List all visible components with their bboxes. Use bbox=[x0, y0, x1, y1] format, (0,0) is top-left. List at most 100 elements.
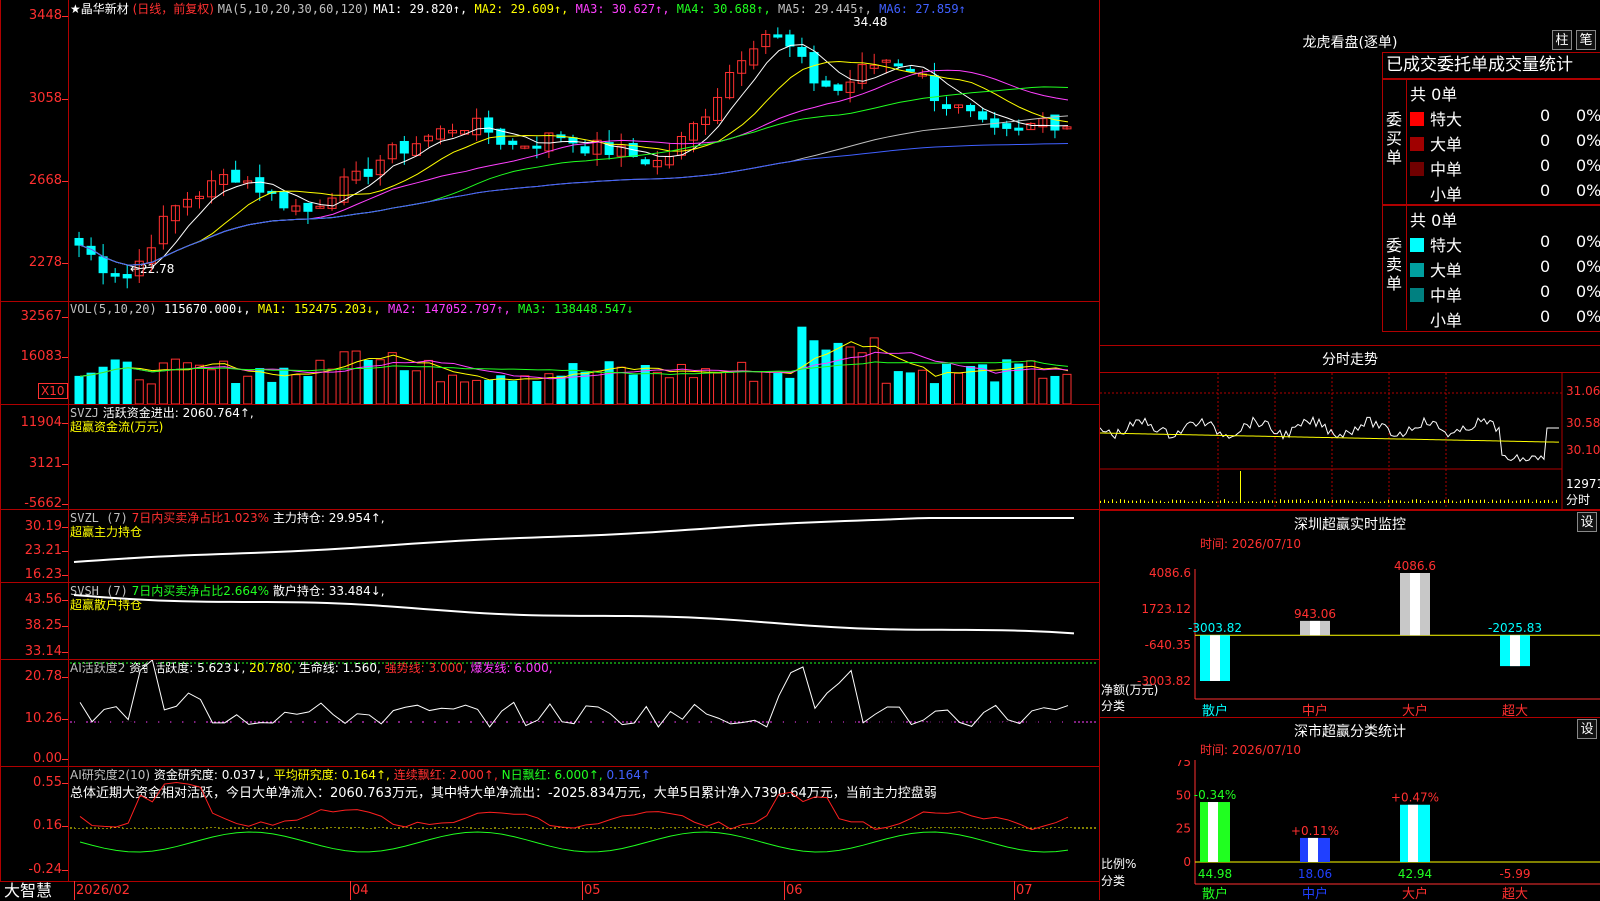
volume-bar bbox=[473, 380, 481, 404]
volume-bar bbox=[340, 352, 348, 404]
svzj-chart[interactable] bbox=[70, 405, 1098, 509]
order-row: 小单 bbox=[1410, 307, 1462, 331]
activity-bar bbox=[810, 710, 819, 744]
activity-bar bbox=[195, 701, 204, 744]
order-size-label: 小单 bbox=[1430, 185, 1462, 204]
lhb-label-divider bbox=[1406, 78, 1407, 330]
intraday-vol-bar bbox=[1192, 501, 1193, 503]
activity-bar bbox=[304, 714, 313, 744]
stats-title: 深市超赢分类统计 bbox=[1100, 721, 1600, 741]
flow-bar bbox=[933, 467, 937, 468]
order-size-label: 特大 bbox=[1430, 110, 1462, 129]
volume-bar bbox=[702, 369, 710, 404]
bar-mode-button[interactable]: 柱 bbox=[1552, 30, 1572, 50]
order-row: 大单 bbox=[1410, 257, 1462, 281]
order-count: 0 bbox=[1540, 257, 1550, 276]
flow-bar bbox=[452, 467, 456, 472]
vol-ma1: MA1: 152475.203↓, bbox=[258, 302, 381, 316]
flow-bar bbox=[668, 465, 672, 467]
intraday-vol-bar bbox=[1300, 499, 1301, 503]
volume-bar bbox=[388, 353, 396, 404]
ma5-value: MA5: 29.445↑, bbox=[771, 2, 872, 16]
volume-bar bbox=[557, 376, 565, 404]
intraday-chart[interactable] bbox=[1100, 373, 1600, 509]
kline-candle bbox=[111, 274, 119, 277]
activity-bar bbox=[750, 722, 759, 744]
activity-bar bbox=[448, 711, 457, 744]
flow-bar bbox=[512, 467, 516, 472]
research-bar bbox=[930, 828, 939, 830]
kline-candle bbox=[798, 47, 806, 56]
stats-bar-highlight bbox=[1208, 802, 1218, 862]
y-tick-label: 32567 bbox=[0, 309, 62, 324]
research-bar bbox=[461, 828, 470, 829]
y-tick-label: 3058 bbox=[0, 91, 62, 106]
volume-bar bbox=[738, 362, 746, 404]
volume-bar bbox=[593, 371, 601, 404]
flow-bar bbox=[849, 464, 853, 467]
intraday-vol-bar bbox=[1360, 502, 1361, 503]
tick-mode-button[interactable]: 笔 bbox=[1576, 30, 1596, 50]
volume-bar bbox=[846, 347, 854, 404]
flow-bar bbox=[500, 467, 504, 472]
intraday-vol-bar bbox=[1476, 501, 1477, 503]
flow-bar bbox=[235, 466, 239, 467]
intraday-vol-bar bbox=[1260, 501, 1261, 503]
activity-bar bbox=[1015, 725, 1024, 744]
intraday-vol-bar bbox=[1392, 500, 1393, 503]
activity-bar bbox=[617, 727, 626, 744]
volume-bar bbox=[1039, 378, 1047, 404]
chart-mode[interactable]: (日线，前复权) bbox=[133, 2, 214, 16]
kline-header: ★晶华新材 (日线，前复权) MA(5,10,20,30,60,120) MA1… bbox=[70, 2, 966, 16]
flow-bar bbox=[644, 465, 648, 467]
flow-bar bbox=[331, 467, 335, 468]
volume-bar bbox=[1063, 374, 1071, 404]
stats-category-label: 中户 bbox=[1302, 886, 1328, 900]
volume-bar bbox=[509, 381, 517, 404]
y-tick-label: 16.23 bbox=[0, 567, 62, 582]
order-color-swatch bbox=[1410, 288, 1424, 302]
volume-bar bbox=[280, 368, 288, 404]
monitor-value-label: 943.06 bbox=[1294, 607, 1336, 621]
monitor-settings-button[interactable]: 设 bbox=[1577, 512, 1597, 532]
monitor-value-label: -2025.83 bbox=[1488, 621, 1542, 635]
svsh-chart[interactable] bbox=[70, 583, 1098, 659]
flow-bar bbox=[1006, 459, 1010, 467]
intraday-vol-bar bbox=[1456, 502, 1457, 503]
ai-research-chart[interactable] bbox=[70, 767, 1098, 881]
flow-bar bbox=[1018, 459, 1022, 467]
stats-bar-chart[interactable]: 7550250-0.34%44.98散户+0.11%18.06中户+0.47%4… bbox=[1100, 760, 1600, 900]
order-color-swatch bbox=[1410, 238, 1424, 252]
activity-bar bbox=[702, 716, 711, 744]
activity-bar bbox=[955, 724, 964, 744]
order-size-label: 大单 bbox=[1430, 261, 1462, 280]
flow-bar bbox=[548, 458, 552, 467]
stats-settings-button[interactable]: 设 bbox=[1577, 719, 1597, 739]
order-percent: 0% bbox=[1576, 156, 1600, 175]
y-tick-label: 23.21 bbox=[0, 543, 62, 558]
stock-name[interactable]: ★晶华新材 bbox=[70, 2, 129, 16]
monitor-bar-chart[interactable]: 4086.61723.12-640.35-3003.82-3003.82散户94… bbox=[1100, 555, 1600, 717]
volume-bar bbox=[882, 383, 890, 404]
research-bar bbox=[906, 828, 915, 831]
intraday-vol-bar bbox=[1284, 500, 1285, 503]
svzl-chart[interactable] bbox=[70, 510, 1098, 582]
kline-chart[interactable] bbox=[70, 18, 1098, 300]
intraday-vol-bar bbox=[1280, 499, 1281, 503]
intraday-vol-bar bbox=[1148, 502, 1149, 503]
intraday-vol-bar bbox=[1312, 501, 1313, 503]
flow-bar bbox=[150, 429, 154, 467]
ai-activity-chart[interactable] bbox=[70, 660, 1098, 766]
activity-bar bbox=[1003, 722, 1012, 744]
kline-candle bbox=[822, 81, 830, 86]
order-count: 0 bbox=[1540, 282, 1550, 301]
kline-candle bbox=[942, 105, 950, 109]
activity-bar bbox=[726, 726, 735, 744]
volume-chart[interactable] bbox=[70, 316, 1098, 404]
flow-bar bbox=[211, 463, 215, 467]
kline-candle bbox=[99, 257, 107, 273]
order-percent: 0% bbox=[1576, 131, 1600, 150]
research-bar bbox=[689, 828, 698, 830]
activity-bar bbox=[99, 711, 108, 744]
volume-bar bbox=[135, 380, 143, 404]
